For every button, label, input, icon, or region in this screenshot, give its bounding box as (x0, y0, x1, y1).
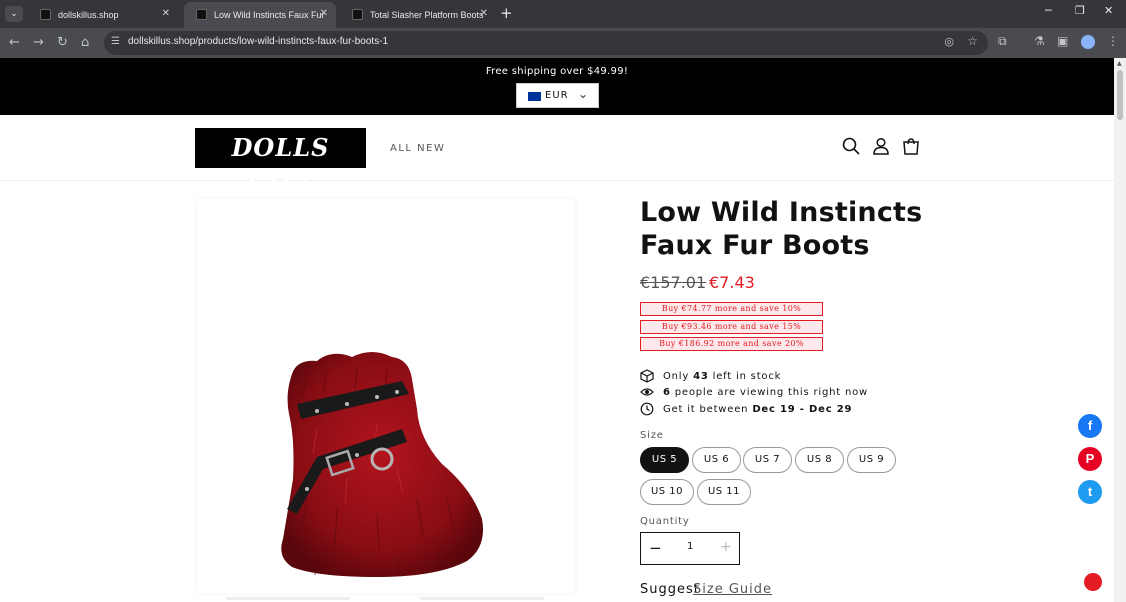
chat-widget-icon[interactable] (1084, 573, 1102, 591)
close-tab-icon[interactable]: ✕ (320, 8, 328, 19)
menu-kebab-icon[interactable]: ⋮ (1107, 34, 1119, 48)
labs-icon[interactable]: ⚗ (1034, 34, 1045, 48)
site-header: DOLLS KILL ALL NEW (0, 115, 1114, 202)
currency-code: EUR (545, 90, 569, 101)
thumbnail-strip (420, 597, 544, 600)
size-option-us8[interactable]: US 8 (795, 447, 844, 473)
viewer-count: 6 (663, 386, 671, 398)
close-tab-icon[interactable]: ✕ (162, 8, 170, 19)
reload-icon[interactable]: ↻ (57, 35, 68, 51)
volume-discount-tier: Buy €93.46 more and save 15% (640, 320, 823, 334)
quantity-stepper: − 1 + (640, 532, 740, 565)
cart-icon[interactable] (901, 136, 921, 156)
site-info-icon[interactable]: ☰ (111, 36, 120, 47)
scroll-up-icon[interactable]: ▲ (1117, 60, 1122, 67)
product-image[interactable] (197, 199, 575, 593)
size-option-us6[interactable]: US 6 (692, 447, 741, 473)
size-option-us7[interactable]: US 7 (743, 447, 792, 473)
compare-price: €157.01 (640, 273, 707, 292)
eye-off-icon[interactable]: ◎ (944, 35, 954, 48)
size-option-us9[interactable]: US 9 (847, 447, 896, 473)
currency-selector[interactable]: EUR ⌄ (516, 83, 599, 108)
increase-quantity-button[interactable]: + (720, 539, 732, 555)
url-text[interactable]: dollskillus.shop/products/low-wild-insti… (128, 36, 388, 47)
size-option-us5[interactable]: US 5 (640, 447, 689, 473)
size-guide-link[interactable]: Size Guide (693, 582, 772, 597)
decrease-quantity-button[interactable]: − (649, 539, 662, 557)
size-option-us10[interactable]: US 10 (640, 479, 694, 505)
browser-tab-bar: ⌄ dollskillus.shop ✕ Low Wild Instincts … (0, 0, 1126, 28)
quantity-input[interactable]: 1 (687, 541, 693, 552)
pinterest-share-icon[interactable]: P (1078, 447, 1102, 471)
stock-info: Only 43 left in stock (640, 369, 781, 383)
eye-icon (640, 388, 654, 396)
account-icon[interactable] (871, 136, 891, 156)
search-icon[interactable] (841, 136, 861, 156)
address-bar[interactable]: ☰ dollskillus.shop/products/low-wild-ins… (104, 31, 988, 55)
nav-all-new[interactable]: ALL NEW (390, 143, 445, 154)
facebook-share-icon[interactable]: f (1078, 414, 1102, 438)
forward-icon[interactable]: → (33, 35, 44, 51)
stock-suffix: left in stock (712, 370, 782, 382)
browser-toolbar: ← → ↻ ⌂ ☰ dollskillus.shop/products/low-… (0, 28, 1126, 58)
close-window-icon[interactable]: ✕ (1104, 4, 1113, 17)
minimize-icon[interactable]: ─ (1045, 4, 1052, 17)
size-label: Size (640, 430, 664, 441)
side-panel-icon[interactable]: ▣ (1057, 34, 1068, 48)
announcement-text: Free shipping over $49.99! (485, 66, 629, 77)
product-title: Low Wild Instincts Faux Fur Boots (640, 197, 923, 261)
home-icon[interactable]: ⌂ (81, 35, 89, 51)
site-favicon-icon (40, 9, 51, 20)
new-tab-button[interactable]: + (500, 5, 513, 21)
faux-fur-boot-image (281, 352, 483, 577)
volume-discount-tier: Buy €74.77 more and save 10% (640, 302, 823, 316)
viewers-text: people are viewing this right now (674, 386, 868, 398)
restore-icon[interactable]: ❐ (1075, 4, 1085, 17)
eu-flag-icon (528, 92, 541, 101)
size-option-us11[interactable]: US 11 (697, 479, 751, 505)
tab-total-slasher[interactable]: Total Slasher Platform Boots ✕ (340, 2, 496, 28)
bookmark-star-icon[interactable]: ☆ (967, 34, 978, 48)
viewers-info: 6 people are viewing this right now (640, 385, 868, 399)
sale-price: €7.43 (709, 273, 755, 292)
volume-discount-tier: Buy €186.92 more and save 20% (640, 337, 823, 351)
tab-title: dollskillus.shop (58, 10, 119, 20)
tab-low-wild-instincts[interactable]: Low Wild Instincts Faux Fur Boo ✕ (184, 2, 336, 28)
quantity-label: Quantity (640, 516, 690, 527)
delivery-range: Dec 19 - Dec 29 (752, 403, 853, 415)
tab-title: Low Wild Instincts Faux Fur Boo (214, 10, 324, 20)
profile-avatar[interactable] (1081, 35, 1095, 49)
twitter-share-icon[interactable]: t (1078, 480, 1102, 504)
site-favicon-icon (196, 9, 207, 20)
stock-count: 43 (693, 370, 709, 382)
extensions-icon[interactable]: ⧉ (998, 34, 1007, 49)
stock-prefix: Only (663, 370, 690, 382)
scrollbar-thumb[interactable] (1117, 70, 1123, 120)
back-icon[interactable]: ← (9, 35, 20, 51)
delivery-prefix: Get it between (663, 403, 749, 415)
announcement-bar: Free shipping over $49.99! EUR ⌄ (0, 58, 1114, 115)
delivery-info: Get it between Dec 19 - Dec 29 (640, 402, 852, 416)
tab-search-button[interactable]: ⌄ (5, 6, 23, 22)
suggest-label: Suggest (640, 582, 700, 597)
page-scrollbar[interactable]: ▲ (1114, 58, 1126, 602)
page-viewport: Free shipping over $49.99! EUR ⌄ DOLLS K… (0, 58, 1114, 602)
clock-icon (640, 402, 654, 416)
tab-dollskillus[interactable]: dollskillus.shop ✕ (28, 2, 178, 28)
chevron-down-icon: ⌄ (578, 87, 589, 101)
package-icon (640, 369, 654, 383)
site-favicon-icon (352, 9, 363, 20)
close-tab-icon[interactable]: ✕ (480, 8, 488, 19)
dolls-kill-logo[interactable]: DOLLS KILL (195, 128, 366, 202)
tab-title: Total Slasher Platform Boots (370, 10, 484, 20)
thumbnail-strip (226, 597, 350, 600)
